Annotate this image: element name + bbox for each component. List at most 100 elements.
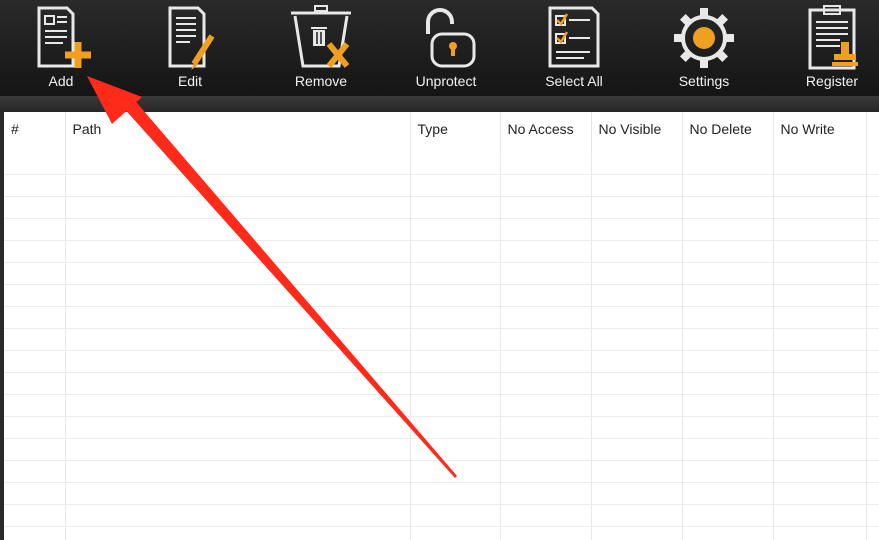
table-row[interactable] [4,262,879,285]
table-row[interactable] [4,174,879,197]
table-cell [410,240,501,263]
table-row[interactable] [4,394,879,417]
table-cell [591,306,683,329]
table-cell [4,372,66,395]
table-cell [866,262,879,285]
table-cell [410,460,501,483]
add-button-label: Add [48,73,74,89]
table-cell [500,526,592,540]
table-cell [65,328,411,351]
table-cell [410,504,501,527]
table-row[interactable] [4,240,879,263]
table-cell [682,372,774,395]
table-cell [410,284,501,307]
table-row[interactable] [4,504,879,527]
column-header-no-visible[interactable]: No Visible [591,112,683,152]
table-cell [4,284,66,307]
table-cell [591,438,683,461]
column-header-path[interactable]: Path [65,112,411,152]
table-cell [773,350,867,373]
table-cell [65,460,411,483]
table-cell [773,460,867,483]
table-cell [410,328,501,351]
table-row[interactable] [4,284,879,307]
table-cell [591,416,683,439]
table-cell [773,284,867,307]
table-row[interactable] [4,306,879,329]
unprotect-button-label: Unprotect [415,73,477,89]
add-document-icon [23,4,99,72]
app-window: Add Edit Remove Unprotect Select All Set… [0,0,879,540]
gear-icon [666,4,742,72]
table-cell [682,306,774,329]
table-cell [410,152,501,175]
table-row[interactable] [4,416,879,439]
table-cell [682,284,774,307]
table-cell [773,152,867,175]
table-cell [773,240,867,263]
table-row[interactable] [4,218,879,241]
unprotect-button[interactable]: Unprotect [391,0,501,96]
table-cell [4,350,66,373]
column-header-number[interactable]: # [4,112,66,152]
table-row[interactable] [4,350,879,373]
column-header-type[interactable]: Type [410,112,501,152]
table-row[interactable] [4,328,879,351]
toolbar-divider [0,96,879,112]
table-cell [682,152,774,175]
add-button[interactable]: Add [6,0,116,96]
table-cell [410,438,501,461]
edit-button[interactable]: Edit [135,0,245,96]
table-cell [4,218,66,241]
table-cell [773,526,867,540]
table-cell [773,504,867,527]
table-cell [866,328,879,351]
table-cell [866,152,879,175]
table-cell [4,262,66,285]
column-header-filler [866,112,879,152]
table-cell [4,416,66,439]
table-cell [682,196,774,219]
table-cell [500,350,592,373]
table-cell [410,526,501,540]
table-cell [773,372,867,395]
table-cell [4,438,66,461]
table-cell [65,152,411,175]
table-row[interactable] [4,372,879,395]
table-row[interactable] [4,482,879,505]
table-cell [65,438,411,461]
table-cell [410,394,501,417]
table-cell [65,284,411,307]
table-row[interactable] [4,152,879,175]
table-cell [4,196,66,219]
remove-button[interactable]: Remove [266,0,376,96]
table-cell [500,504,592,527]
protected-items-grid[interactable]: # Path Type No Access No Visible No Dele… [0,112,879,540]
table-cell [866,284,879,307]
register-button[interactable]: Register [777,0,879,96]
table-cell [682,394,774,417]
table-cell [591,284,683,307]
column-header-no-write[interactable]: No Write [773,112,867,152]
column-header-no-access[interactable]: No Access [500,112,592,152]
select-all-button-label: Select All [545,73,603,89]
table-cell [65,306,411,329]
table-cell [500,152,592,175]
edit-document-icon [152,4,228,72]
table-cell [4,306,66,329]
table-cell [410,482,501,505]
settings-button[interactable]: Settings [649,0,759,96]
protected-items-table: # Path Type No Access No Visible No Dele… [4,112,879,540]
table-cell [410,196,501,219]
table-row[interactable] [4,526,879,540]
table-cell [591,196,683,219]
column-header-no-delete[interactable]: No Delete [682,112,774,152]
table-row[interactable] [4,460,879,483]
table-cell [682,438,774,461]
table-cell [773,262,867,285]
table-row[interactable] [4,438,879,461]
table-cell [500,328,592,351]
table-cell [500,394,592,417]
table-row[interactable] [4,196,879,219]
select-all-button[interactable]: Select All [519,0,629,96]
